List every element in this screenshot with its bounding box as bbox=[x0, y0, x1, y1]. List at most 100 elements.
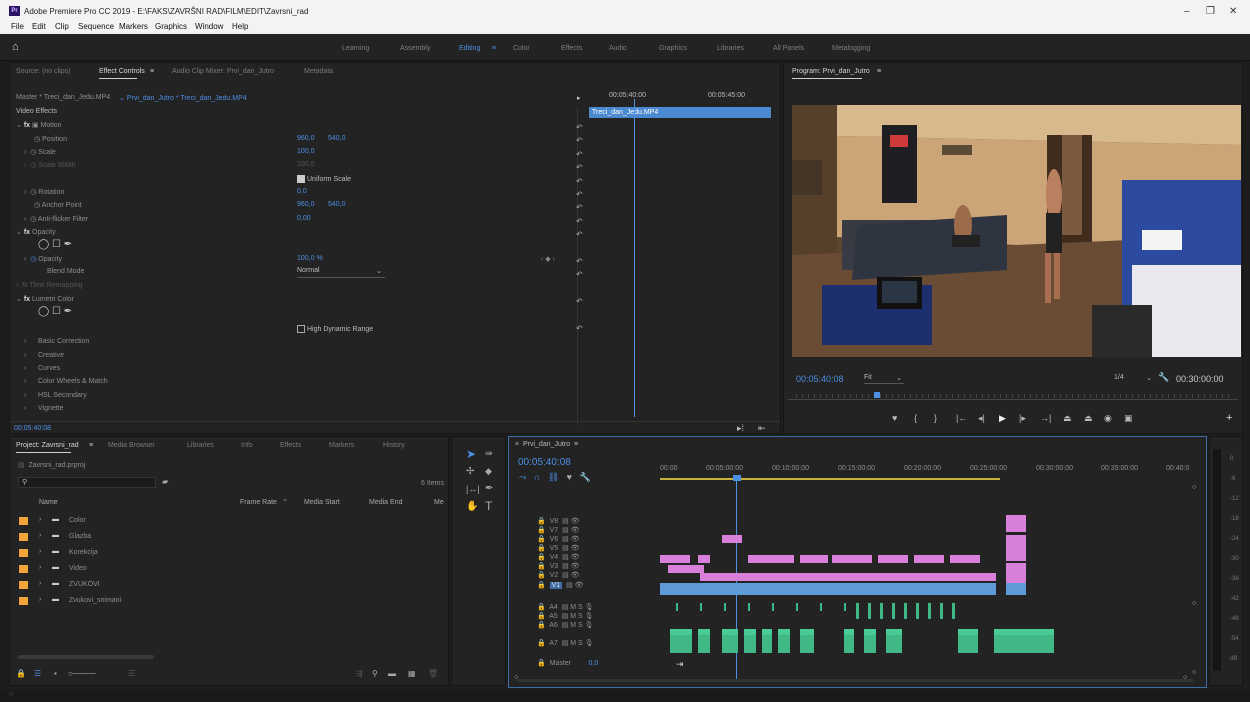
razor-icon[interactable]: ◆ bbox=[485, 466, 492, 477]
anti-flicker-value[interactable]: 0,00 bbox=[297, 215, 311, 228]
ws-all-panels[interactable]: All Panels bbox=[773, 45, 804, 52]
audio-clip[interactable] bbox=[762, 629, 772, 653]
ws-learning[interactable]: Learning bbox=[342, 45, 369, 52]
play-icon[interactable]: ▶ bbox=[999, 413, 1006, 424]
video-clip[interactable] bbox=[914, 555, 944, 563]
video-clip[interactable] bbox=[1006, 515, 1026, 532]
sequence-clip-dropdown[interactable]: ⌄ Prvi_dan_Jutro * Treci_dan_Jedu.MP4 bbox=[119, 94, 247, 107]
menu-graphics[interactable]: Graphics bbox=[155, 22, 187, 31]
reset-icon[interactable]: ↶ bbox=[576, 230, 583, 239]
ec-timecode[interactable]: 00:05:40:08 bbox=[14, 425, 51, 432]
audio-clip[interactable] bbox=[958, 629, 978, 653]
col-frame-rate[interactable]: Frame Rate bbox=[240, 499, 277, 512]
menu-help[interactable]: Help bbox=[232, 22, 248, 31]
anchor-y[interactable]: 540,0 bbox=[328, 201, 346, 214]
list-item-bin[interactable]: › ▬ Zvukovi_snimani bbox=[10, 593, 448, 609]
tab-info[interactable]: Info bbox=[241, 442, 253, 449]
tab-menu-icon[interactable]: ≡ bbox=[150, 68, 154, 75]
video-clip-v1[interactable] bbox=[1006, 583, 1026, 595]
add-marker-icon[interactable]: ♥ bbox=[892, 413, 897, 423]
rect-mask-icon[interactable]: ☐ bbox=[52, 306, 61, 317]
h-scroll-handle-icon[interactable]: ○ bbox=[514, 674, 518, 681]
position-y[interactable]: 540,0 bbox=[328, 135, 346, 148]
menu-clip[interactable]: Clip bbox=[55, 22, 69, 31]
reset-icon[interactable]: ↶ bbox=[576, 257, 583, 266]
close-icon[interactable]: ✕ bbox=[1229, 6, 1237, 17]
resolution-dropdown[interactable]: 1/4 ⌄ bbox=[1114, 374, 1154, 384]
rotation-value[interactable]: 0,0 bbox=[297, 188, 307, 201]
zoom-slider[interactable]: ○──── bbox=[68, 669, 96, 678]
track-header-a6[interactable]: 🔒 A6 ▤ M S 🎙 bbox=[537, 621, 594, 634]
play-clip-icon[interactable]: ▸ bbox=[577, 94, 581, 107]
tab-menu-icon[interactable]: ≡ bbox=[89, 442, 93, 449]
audio-clip[interactable] bbox=[994, 629, 1054, 653]
project-h-scrollbar[interactable] bbox=[18, 655, 154, 659]
color-wheels-row[interactable]: › Color Wheels & Match bbox=[24, 378, 108, 391]
video-clip[interactable] bbox=[668, 565, 704, 573]
program-timecode[interactable]: 00:05:40:08 bbox=[796, 374, 844, 384]
expand-icon[interactable]: › bbox=[39, 532, 41, 539]
reset-icon[interactable]: ↶ bbox=[576, 177, 583, 186]
ws-editing[interactable]: Editing bbox=[459, 45, 480, 52]
rotation-row[interactable]: › ◷ Rotation bbox=[24, 188, 64, 201]
v-scroll-handle-icon[interactable]: ○ bbox=[1192, 669, 1196, 676]
ripple-edit-icon[interactable]: ✢ bbox=[466, 466, 474, 477]
audio-clip[interactable] bbox=[864, 629, 876, 653]
slip-icon[interactable]: |↔| bbox=[466, 484, 480, 494]
restore-icon[interactable]: ❐ bbox=[1206, 6, 1215, 17]
nest-icon[interactable]: ⤳ bbox=[519, 472, 526, 482]
basic-correction-row[interactable]: › Basic Correction bbox=[24, 338, 89, 351]
timeline-tab[interactable]: × Prvi_dan_Jutro ≡ bbox=[515, 441, 578, 454]
timeline-h-scrollbar[interactable] bbox=[517, 679, 1193, 682]
minimize-icon[interactable]: – bbox=[1184, 6, 1190, 17]
list-item-bin[interactable]: › ▬ Glazba bbox=[10, 529, 448, 545]
reset-icon[interactable]: ↶ bbox=[576, 136, 583, 145]
menu-markers[interactable]: Markers bbox=[119, 22, 148, 31]
audio-clip[interactable] bbox=[722, 629, 738, 653]
video-clip[interactable] bbox=[950, 555, 980, 563]
video-clip[interactable] bbox=[878, 555, 908, 563]
scale-value[interactable]: 100,0 bbox=[297, 148, 315, 161]
lift-icon[interactable]: ⏏ bbox=[1063, 413, 1072, 424]
program-video-frame[interactable] bbox=[792, 105, 1241, 357]
time-remapping-effect[interactable]: › fx Time Remapping bbox=[16, 282, 83, 295]
ec-clip-bar[interactable]: Treci_dan_Jedu.MP4 bbox=[589, 107, 771, 118]
lock-icon[interactable]: 🔒 bbox=[16, 669, 26, 678]
keyframe-nav-icon[interactable]: ‹ ◆ › bbox=[541, 255, 555, 268]
audio-clip[interactable] bbox=[744, 629, 756, 653]
add-marker-icon[interactable]: ♥ bbox=[567, 472, 572, 482]
filter-icon[interactable]: ▸⁞ bbox=[737, 423, 744, 434]
blend-mode-dropdown[interactable]: Normal ⌄ bbox=[297, 267, 385, 278]
reset-icon[interactable]: ↶ bbox=[576, 203, 583, 212]
program-menu-icon[interactable]: ≡ bbox=[877, 68, 881, 75]
ellipse-mask-icon[interactable]: ◯ bbox=[38, 239, 49, 250]
video-clip-v1[interactable] bbox=[660, 583, 996, 595]
expand-icon[interactable]: › bbox=[39, 516, 41, 523]
pen-mask-icon[interactable]: ✒ bbox=[64, 239, 72, 250]
hdr-checkbox[interactable]: High Dynamic Range bbox=[297, 325, 373, 338]
track-select-icon[interactable]: ⇛ bbox=[485, 448, 493, 459]
video-clip[interactable] bbox=[832, 555, 872, 563]
h-scroll-handle-icon[interactable]: ○ bbox=[1183, 674, 1187, 681]
audio-clips-a4[interactable] bbox=[676, 603, 846, 611]
video-clip[interactable] bbox=[660, 555, 690, 563]
timeline-timecode[interactable]: 00:05:40:08 bbox=[518, 457, 571, 468]
master-track-header[interactable]: 🔒 Master 0,0 bbox=[537, 659, 598, 672]
selection-tool-icon[interactable]: ➤ bbox=[466, 447, 476, 461]
export-frame-icon[interactable]: ◉ bbox=[1104, 413, 1112, 424]
automate-icon[interactable]: ⇶ bbox=[356, 669, 363, 678]
reset-icon[interactable]: ↶ bbox=[576, 217, 583, 226]
col-name[interactable]: Name bbox=[39, 499, 58, 512]
ws-effects[interactable]: Effects bbox=[561, 45, 582, 52]
audio-clip[interactable] bbox=[800, 629, 814, 653]
expand-icon[interactable]: › bbox=[39, 548, 41, 555]
reset-icon[interactable]: ↶ bbox=[576, 150, 583, 159]
linked-selection-icon[interactable]: ⛓ bbox=[548, 472, 559, 482]
opacity-row[interactable]: › ◷ Opacity bbox=[24, 255, 62, 268]
uniform-scale-checkbox[interactable]: Uniform Scale bbox=[297, 175, 351, 188]
mark-in-icon[interactable]: { bbox=[914, 413, 917, 423]
zoom-dropdown[interactable]: Fit ⌄ bbox=[864, 374, 904, 384]
tab-project[interactable]: Project: Zavrsni_rad bbox=[16, 442, 79, 453]
tab-libraries[interactable]: Libraries bbox=[187, 442, 214, 449]
video-clip[interactable] bbox=[700, 573, 996, 581]
